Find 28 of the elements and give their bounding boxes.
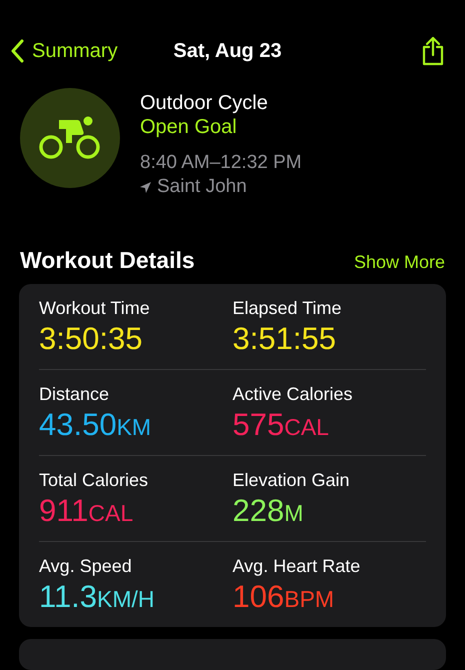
workout-time: 8:40 AM–12:32 PM — [140, 151, 302, 175]
metric-value: 575CAL — [232, 407, 330, 443]
metric-value: 43.50KM — [39, 407, 152, 443]
metric-value: 106BPM — [232, 579, 336, 615]
workout-name: Outdoor Cycle — [140, 91, 269, 115]
show-more-link[interactable]: Show More — [354, 252, 445, 273]
metric-label: Avg. Heart Rate — [232, 556, 362, 577]
workout-location: Saint John — [157, 175, 247, 199]
share-icon[interactable] — [421, 36, 445, 66]
metric-value: 11.3KM/H — [39, 579, 156, 615]
metric-value: 911CAL — [39, 493, 134, 529]
metric-label: Total Calories — [39, 470, 150, 491]
section-title: Workout Details — [20, 247, 195, 274]
metric-label: Elevation Gain — [232, 470, 351, 491]
cyclist-icon — [39, 116, 101, 160]
metric-value: 3:50:35 — [39, 321, 144, 357]
chevron-left-icon — [10, 39, 24, 63]
location-arrow-icon — [140, 182, 151, 192]
metric-label: Elapsed Time — [232, 298, 343, 319]
metric-label: Distance — [39, 384, 110, 405]
workout-goal: Open Goal — [140, 115, 238, 139]
back-button[interactable]: Summary — [10, 39, 174, 63]
nav-title: Sat, Aug 23 — [173, 40, 282, 62]
metric-value: 228M — [232, 493, 304, 529]
metric-value: 3:51:55 — [232, 321, 337, 357]
metric-label: Avg. Speed — [39, 556, 133, 577]
metric-label: Workout Time — [39, 298, 151, 319]
metric-label: Active Calories — [232, 384, 354, 405]
